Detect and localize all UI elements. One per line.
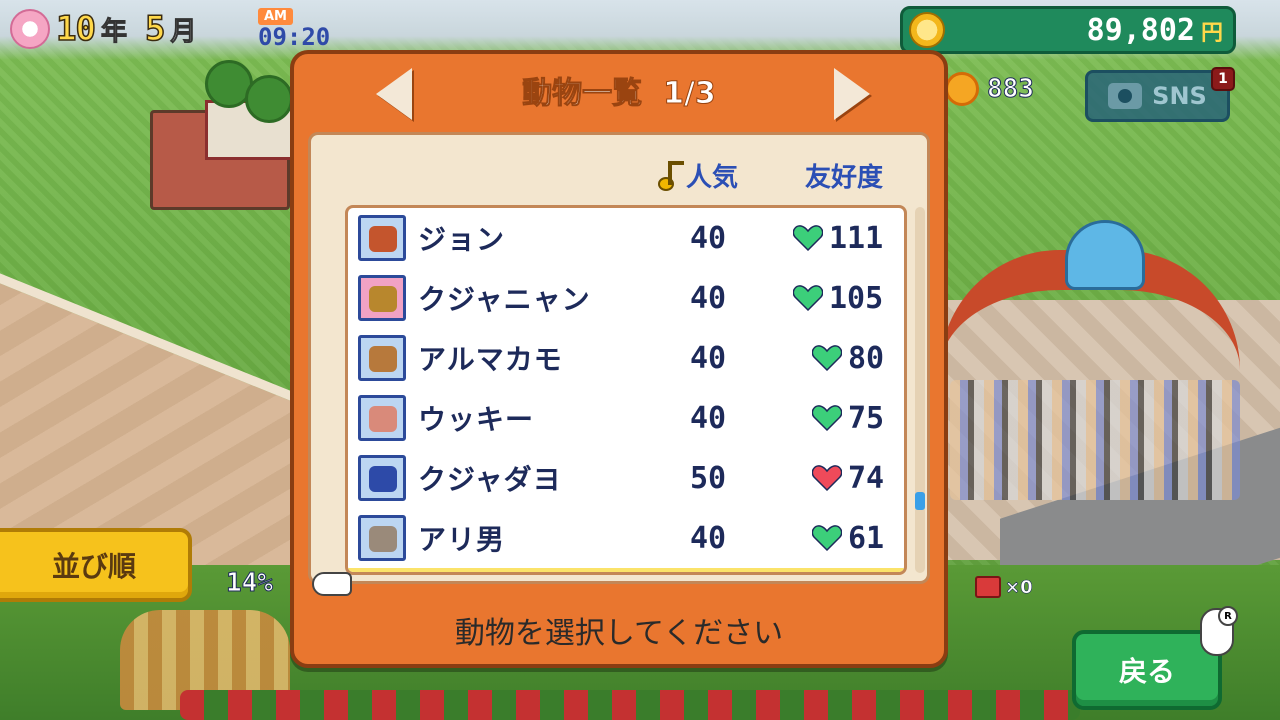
animal-row[interactable]: ウッキー 40 75	[348, 388, 904, 448]
animal-portrait-icon	[358, 335, 406, 381]
scrollbar-thumb[interactable]	[915, 492, 925, 510]
sort-button[interactable]: 並び順	[0, 528, 192, 602]
green-heart-icon	[812, 345, 842, 371]
money-value: 89,802	[1086, 12, 1195, 48]
popularity-label: 人気	[686, 163, 739, 193]
animal-sprite	[369, 526, 397, 552]
mouse-right-click-icon	[1200, 606, 1238, 656]
date-display: 10 年 5 月	[0, 0, 208, 58]
tree	[245, 75, 293, 123]
gift-count: ×0	[1005, 576, 1033, 598]
green-heart-icon	[793, 285, 823, 311]
animal-popularity: 50	[690, 460, 727, 496]
animal-list-panel: 動物一覧 1/3 人気 友好度 ジョン 40 111 クジャニャン 40 105 アルマカモ…	[290, 50, 948, 668]
clock: AM 09:20	[258, 5, 330, 51]
page-indicator: 1/3	[663, 76, 717, 112]
animal-portrait-icon	[358, 395, 406, 441]
green-heart-icon	[793, 225, 823, 251]
animal-name: ウッキー	[418, 403, 535, 436]
animal-portrait-icon	[358, 215, 406, 261]
month-unit: 月	[170, 16, 197, 47]
list-frame: 人気 友好度 ジョン 40 111 クジャニャン 40 105 アルマカモ 40 80 ウッキー 4…	[308, 132, 930, 584]
animal-sprite	[369, 466, 397, 492]
elephant-statue	[1065, 220, 1145, 290]
population-display: 883	[945, 72, 1034, 106]
year-unit: 年	[100, 16, 127, 47]
animal-friendship: 80	[848, 340, 885, 376]
gift-counter: ×0	[975, 576, 1033, 598]
animal-name: アリ男	[418, 523, 506, 556]
animal-sprite	[369, 406, 397, 432]
animal-friendship: 105	[829, 280, 884, 316]
animal-list[interactable]: ジョン 40 111 クジャニャン 40 105 アルマカモ 40 80 ウッキー 40 75 クジャダ…	[345, 205, 907, 575]
animal-popularity: 40	[690, 400, 727, 436]
animal-name: クジャダヨ	[418, 463, 562, 496]
green-heart-icon	[812, 525, 842, 551]
animal-friendship: 74	[848, 460, 885, 496]
animal-friendship: 75	[848, 400, 885, 436]
animal-popularity: 40	[690, 280, 727, 316]
animal-row[interactable]: クジャダヨ 50 74	[348, 448, 904, 508]
notification-badge: 1	[1211, 67, 1235, 91]
animal-row[interactable]: アルマカモ 40 80	[348, 328, 904, 388]
coin-icon	[909, 12, 945, 48]
animal-row[interactable]: ジョン 40 111	[348, 208, 904, 268]
column-header-friendship: 友好度	[805, 163, 884, 193]
money-unit: 円	[1200, 20, 1223, 46]
animal-row[interactable]: クジャニャン 40 105	[348, 268, 904, 328]
animal-name: ジョン	[418, 223, 506, 256]
sns-button[interactable]: SNS 1	[1085, 67, 1235, 122]
month-value: 5	[144, 8, 166, 50]
pointer-hand-icon	[312, 572, 352, 596]
animal-portrait-icon	[358, 515, 406, 561]
panel-title-text: 動物一覧	[522, 76, 643, 112]
year-value: 10	[55, 8, 96, 50]
animal-portrait-icon	[358, 275, 406, 321]
flower-icon	[10, 9, 50, 49]
visitor-crowd	[950, 380, 1240, 500]
money-display: 89,802 円	[900, 6, 1236, 54]
sun-icon	[945, 72, 979, 106]
animal-popularity: 40	[690, 220, 727, 256]
animal-friendship: 111	[829, 220, 884, 256]
animal-popularity: 40	[690, 340, 727, 376]
sns-label: SNS	[1152, 82, 1207, 110]
animal-row[interactable]: 卓4055	[348, 568, 904, 572]
population-value: 883	[987, 74, 1035, 105]
animal-popularity: 40	[690, 520, 727, 556]
scrollbar[interactable]	[915, 207, 925, 573]
green-heart-icon	[812, 405, 842, 431]
progress-percent: 14%	[226, 568, 274, 599]
animal-sprite	[369, 346, 397, 372]
animal-sprite	[369, 226, 397, 252]
camera-icon	[1108, 83, 1143, 109]
animal-name: クジャニャン	[418, 283, 591, 316]
animal-sprite	[369, 286, 397, 312]
flower-bed	[180, 690, 1080, 720]
animal-portrait-icon	[358, 455, 406, 501]
music-note-icon	[656, 160, 684, 191]
column-header-popularity: 人気	[656, 157, 738, 194]
red-heart-icon	[812, 465, 842, 491]
animal-row[interactable]: アリ男 40 61	[348, 508, 904, 568]
instruction-text: 動物を選択してください	[454, 616, 784, 651]
gift-box-icon	[975, 576, 1001, 598]
animal-name: アルマカモ	[418, 343, 563, 376]
time-value: 09:20	[258, 23, 331, 51]
animal-friendship: 61	[848, 520, 885, 556]
next-page-arrow-icon[interactable]	[834, 68, 870, 120]
